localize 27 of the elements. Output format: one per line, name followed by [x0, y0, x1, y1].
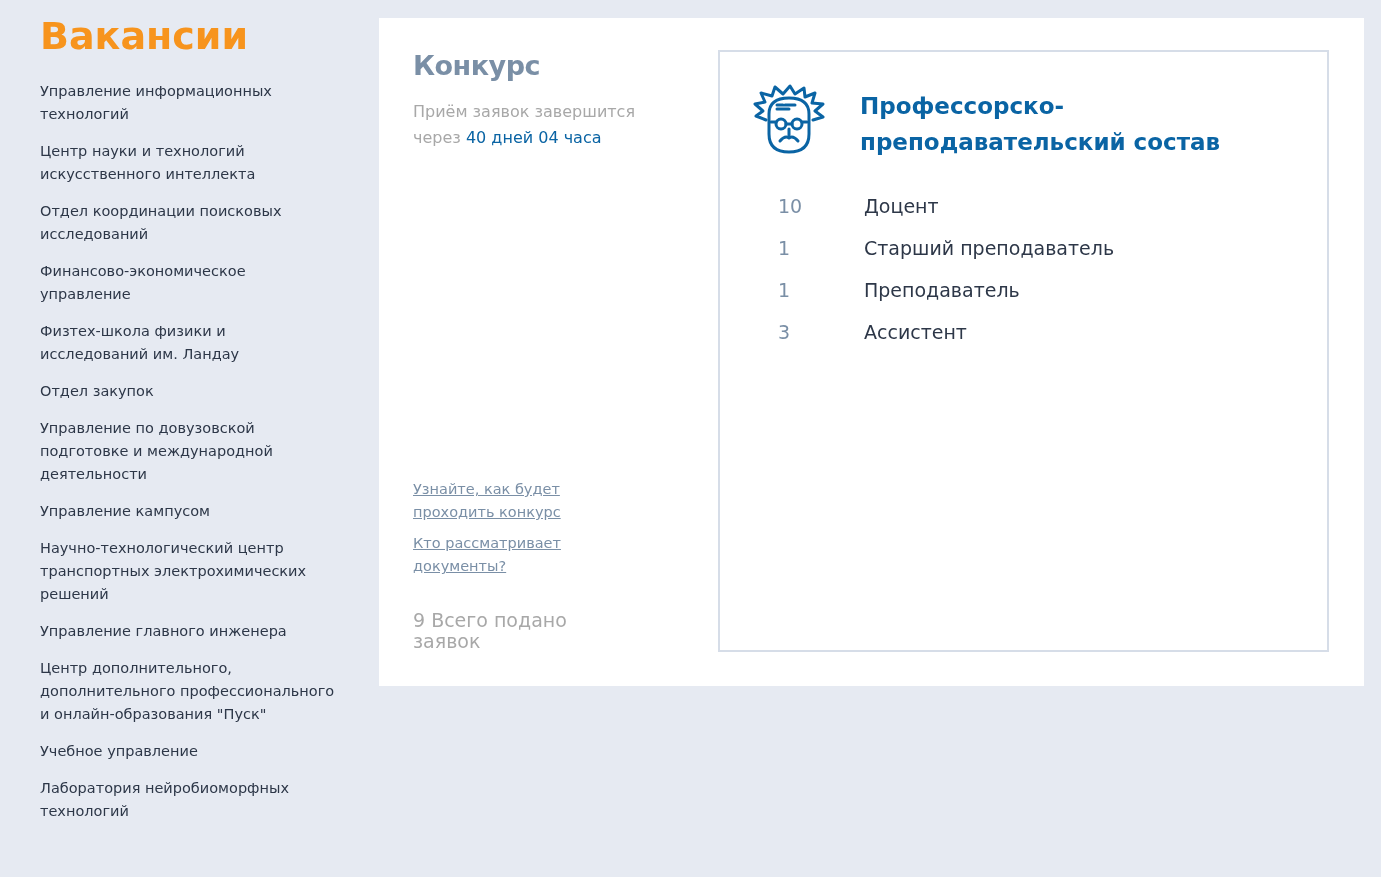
- department-link[interactable]: Управление кампусом: [40, 500, 336, 523]
- deadline-text: Приём заявок завершится через 40 дней 04 часа: [413, 101, 636, 149]
- position-name: Доцент: [864, 194, 939, 218]
- position-name: Преподаватель: [864, 278, 1020, 302]
- category-title: Профессорско-преподавательский состав: [860, 92, 1222, 157]
- department-link[interactable]: Отдел закупок: [40, 380, 336, 403]
- department-link[interactable]: Лаборатория нейробиоморфных технологий: [40, 777, 336, 823]
- department-link[interactable]: Финансово-экономическое управление: [40, 260, 336, 306]
- department-link[interactable]: Учебное управление: [40, 740, 336, 763]
- department-link[interactable]: Управление информационных технологий: [40, 80, 336, 126]
- department-link[interactable]: Научно-технологический центр транспортных электрохимических решений: [40, 537, 336, 606]
- position-name: Ассистент: [864, 320, 967, 344]
- department-link[interactable]: Отдел координации поисковых исследований: [40, 200, 336, 246]
- vacancy-count: 10: [778, 194, 804, 218]
- vacancy-count: 1: [778, 236, 792, 260]
- professor-icon: [752, 84, 826, 156]
- section-title: Конкурс: [413, 50, 542, 81]
- department-link[interactable]: Управление главного инженера: [40, 620, 336, 643]
- department-link[interactable]: Центр дополнительного, дополнительного профессионального и онлайн-образования "Пуск": [40, 657, 336, 726]
- vacancy-count: 1: [778, 278, 792, 302]
- vacancy-count: 3: [778, 320, 792, 344]
- department-link[interactable]: Управление по довузовской подготовке и международной деятельности: [40, 417, 336, 486]
- applications-total: 9 Всего подано заявок: [413, 610, 568, 652]
- page-title: Вакансии: [40, 14, 250, 58]
- department-link[interactable]: Центр науки и технологий искусственного интеллекта: [40, 140, 336, 186]
- position-name: Старший преподаватель: [864, 236, 1115, 260]
- department-link[interactable]: Физтех-школа физики и исследований им. Ландау: [40, 320, 336, 366]
